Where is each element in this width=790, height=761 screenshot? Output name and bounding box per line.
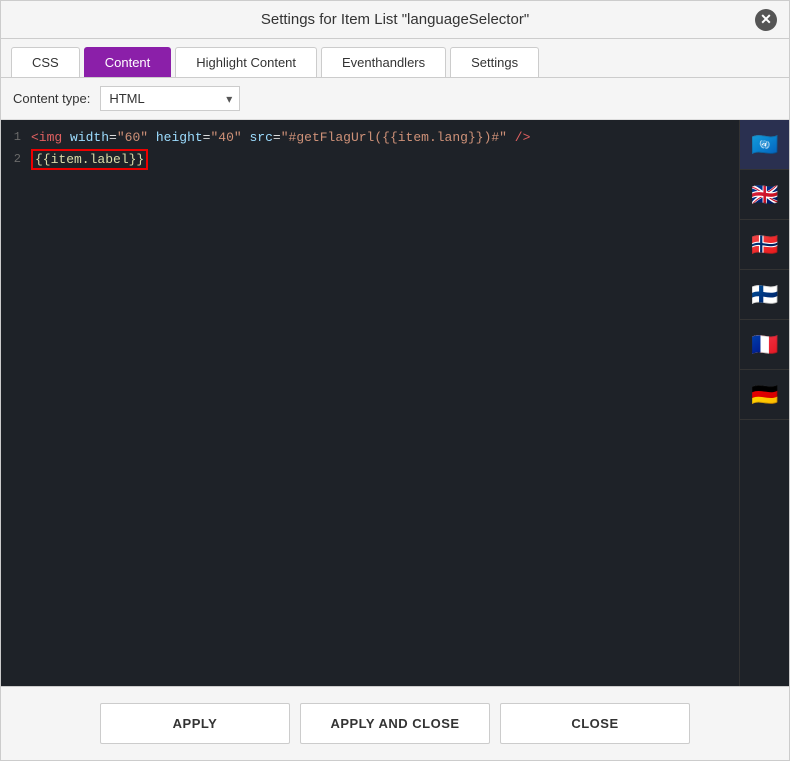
eq1: = [109, 130, 117, 145]
tag-close: /> [507, 130, 530, 145]
line-content-1: <img width="60" height="40" src="#getFla… [31, 128, 739, 145]
content-type-bar: Content type: HTML Text Template [1, 78, 789, 120]
line-number-1: 1 [1, 128, 31, 144]
tab-css[interactable]: CSS [11, 47, 80, 77]
content-type-select[interactable]: HTML Text Template [100, 86, 240, 111]
flag-fr[interactable]: 🇫🇷 [740, 320, 789, 370]
apply-close-button[interactable]: APPLY AND CLOSE [300, 703, 490, 744]
flag-fi[interactable]: 🇫🇮 [740, 270, 789, 320]
val-width: "60" [117, 130, 148, 145]
dialog-title: Settings for Item List "languageSelector… [261, 11, 529, 28]
line-number-2: 2 [1, 150, 31, 166]
code-line-1: 1 <img width="60" height="40" src="#getF… [1, 128, 739, 150]
tab-highlight-content[interactable]: Highlight Content [175, 47, 317, 77]
editor-area: 1 <img width="60" height="40" src="#getF… [1, 120, 789, 686]
footer-buttons: APPLY APPLY AND CLOSE CLOSE [1, 686, 789, 760]
attr-width: width [62, 130, 109, 145]
tabs-bar: CSS Content Highlight Content Eventhandl… [1, 39, 789, 78]
settings-dialog: Settings for Item List "languageSelector… [0, 0, 790, 761]
eq3: = [273, 130, 281, 145]
code-line-2: 2 {{item.label}} [1, 150, 739, 172]
flag-de[interactable]: 🇩🇪 [740, 370, 789, 420]
tab-settings[interactable]: Settings [450, 47, 539, 77]
attr-src: src [242, 130, 273, 145]
flag-no[interactable]: 🇳🇴 [740, 220, 789, 270]
content-type-select-wrapper[interactable]: HTML Text Template [100, 86, 240, 111]
close-x-icon: ✕ [755, 9, 777, 31]
sidebar-flags: 🇺🇳 🇬🇧 🇳🇴 🇫🇮 🇫🇷 🇩🇪 [739, 120, 789, 686]
tag-img: <img [31, 130, 62, 145]
tab-eventhandlers[interactable]: Eventhandlers [321, 47, 446, 77]
attr-height: height [148, 130, 203, 145]
line-content-2: {{item.label}} [31, 150, 739, 167]
dialog-title-bar: Settings for Item List "languageSelector… [1, 1, 789, 39]
close-x-button[interactable]: ✕ [753, 7, 779, 33]
tab-content[interactable]: Content [84, 47, 172, 77]
apply-button[interactable]: APPLY [100, 703, 290, 744]
val-src: "#getFlagUrl({{item.lang}})#" [281, 130, 507, 145]
content-type-label: Content type: [13, 91, 90, 106]
flag-un[interactable]: 🇺🇳 [740, 120, 789, 170]
flag-gb[interactable]: 🇬🇧 [740, 170, 789, 220]
val-height: "40" [210, 130, 241, 145]
close-button[interactable]: CLOSE [500, 703, 690, 744]
code-editor[interactable]: 1 <img width="60" height="40" src="#getF… [1, 120, 739, 686]
template-expression: {{item.label}} [31, 149, 148, 170]
